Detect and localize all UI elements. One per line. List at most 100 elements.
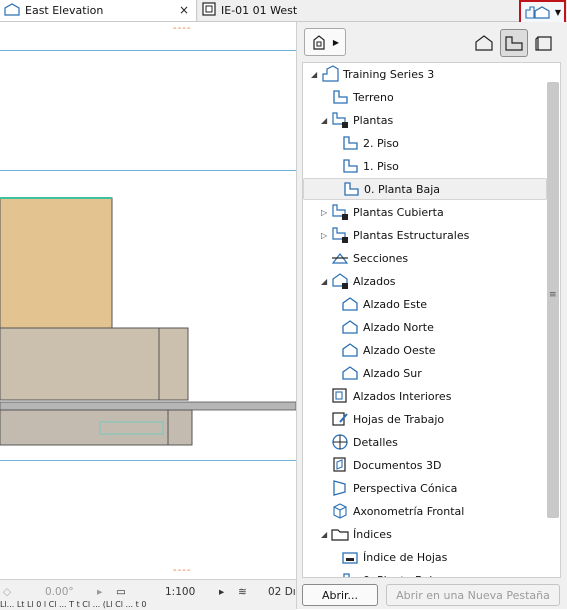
layout-book-button[interactable] <box>530 29 558 57</box>
navigator-button[interactable]: ▼ <box>519 0 566 24</box>
document-3d-icon <box>331 456 349 474</box>
tree-item[interactable]: Alzado Este <box>303 293 547 315</box>
angle-icon: ◇ <box>3 586 12 598</box>
tree-item-label: Secciones <box>353 251 409 265</box>
layout-book-icon <box>535 36 552 51</box>
tree-item[interactable]: Alzado Sur <box>303 362 547 384</box>
ruler-icon: ▭ <box>116 586 126 598</box>
project-map-view-button[interactable] <box>470 29 498 57</box>
tree-item-label: Índices <box>353 527 392 541</box>
collapse-arrow-icon[interactable]: ◢ <box>311 70 317 79</box>
axonometry-icon <box>331 502 349 520</box>
angle-arrow-icon: ▸ <box>97 586 103 598</box>
tree-item[interactable]: Índice de Hojas <box>303 546 547 568</box>
scrollbar-thumb[interactable] <box>547 82 559 518</box>
view-map-button[interactable] <box>500 29 528 57</box>
drawing-canvas[interactable]: ---- ---- <box>0 22 296 579</box>
perspective-icon <box>331 479 349 497</box>
sheet-index-icon <box>341 548 359 566</box>
story-icon <box>342 180 360 198</box>
tree-item[interactable]: Terreno <box>303 86 547 108</box>
tree-item-label: 0. Planta Baja <box>363 574 439 578</box>
tree-item-label: Hojas de Trabajo <box>353 412 445 426</box>
tree-item-label: Detalles <box>353 435 398 449</box>
elevations-folder-icon <box>331 272 349 290</box>
tree-item-label: Alzados Interiores <box>353 389 452 403</box>
story-icon <box>331 88 349 106</box>
tree-item-label: Plantas Cubierta <box>353 205 444 219</box>
section-icon <box>331 249 349 267</box>
tree-item[interactable]: Alzado Norte <box>303 316 547 338</box>
tree-item-label: Plantas Estructurales <box>353 228 470 242</box>
tree-item[interactable]: Axonometría Frontal <box>303 500 547 522</box>
tab-east-elevation[interactable]: East Elevation × <box>0 0 197 21</box>
grip-icon: ≡ <box>549 290 557 300</box>
scale-value[interactable]: 1:100 <box>165 586 195 598</box>
tab-ie-01-west[interactable]: IE-01 01 West <box>198 0 520 21</box>
navigator-tree[interactable]: ◢ Training Series 3 Terreno ◢ Plantas 2. Piso… <box>302 62 561 578</box>
tree-item[interactable]: Alzados Interiores <box>303 385 547 407</box>
tree-item[interactable]: ◢ Alzados <box>303 270 547 292</box>
expand-arrow-icon[interactable]: ▷ <box>321 208 327 217</box>
tree-item-label: 2. Piso <box>363 136 399 150</box>
marker-dashes: ---- <box>173 565 192 576</box>
elevation-icon <box>341 341 359 359</box>
tree-item[interactable]: Perspectiva Cónica <box>303 477 547 499</box>
angle-value[interactable]: 0.00° <box>45 586 74 598</box>
collapse-arrow-icon[interactable]: ◢ <box>321 277 327 286</box>
tree-item-label: Plantas <box>353 113 394 127</box>
project-icon <box>321 65 339 83</box>
navigator-options-button[interactable]: ▶ <box>304 28 346 56</box>
tree-item[interactable]: Detalles <box>303 431 547 453</box>
tree-item[interactable]: Hojas de Trabajo <box>303 408 547 430</box>
tree-item-label: Alzado Este <box>363 297 428 311</box>
tree-item-label: Alzado Oeste <box>363 343 436 357</box>
chevron-down-icon: ▼ <box>554 7 562 17</box>
tree-item[interactable]: Secciones <box>303 247 547 269</box>
tree-item[interactable]: ▷ Plantas Cubierta <box>303 201 547 223</box>
expand-arrow-icon[interactable]: ▷ <box>321 231 327 240</box>
scale-arrow-icon: ▸ <box>219 586 225 598</box>
tree-item[interactable]: ◢ Plantas <box>303 109 547 131</box>
tree-item-label: Terreno <box>353 90 394 104</box>
elevation-icon <box>4 2 20 19</box>
layer-combination[interactable]: 02 Dı <box>268 586 296 598</box>
navigator-icon <box>525 6 550 19</box>
folder-icon <box>331 525 349 543</box>
collapse-arrow-icon[interactable]: ◢ <box>321 530 327 539</box>
detail-icon <box>331 433 349 451</box>
interior-elevation-icon <box>202 2 216 19</box>
tree-item[interactable]: ◢ Training Series 3 <box>303 63 547 85</box>
tree-item-label: Training Series 3 <box>343 67 435 81</box>
tree-item[interactable]: 2. Piso <box>303 132 547 154</box>
tree-item[interactable]: ◢ Índices <box>303 523 547 545</box>
house-icon <box>475 35 493 51</box>
open-new-tab-button[interactable]: Abrir en una Nueva Pestaña <box>386 584 560 606</box>
elevation-icon <box>341 364 359 382</box>
tree-item-label: Alzado Sur <box>363 366 422 380</box>
tree-item[interactable]: Alzado Oeste <box>303 339 547 361</box>
tree-item[interactable]: Documentos 3D <box>303 454 547 476</box>
tree-item-label: Alzado Norte <box>363 320 434 334</box>
open-button[interactable]: Abrir... <box>302 584 378 606</box>
worksheet-icon <box>331 410 349 428</box>
elevation-icon <box>341 295 359 313</box>
stories-folder-icon <box>331 111 349 129</box>
status-bar-secondary: Ll... Lt Ll 0 l Cl ... T t Cl ... (Ll Cl… <box>0 600 147 609</box>
tree-item[interactable]: 0. Planta Baja <box>303 569 547 578</box>
close-icon[interactable]: × <box>179 3 189 17</box>
collapse-arrow-icon[interactable]: ◢ <box>321 116 327 125</box>
story-icon <box>341 157 359 175</box>
tree-item-label: 0. Planta Baja <box>364 182 441 196</box>
tree-item-label: Alzados <box>353 274 396 288</box>
tree-item[interactable]: 0. Planta Baja <box>303 178 547 200</box>
tree-item-label: Índice de Hojas <box>363 550 448 564</box>
elevation-icon <box>341 318 359 336</box>
tree-item-label: 1. Piso <box>363 159 399 173</box>
tree-item[interactable]: 1. Piso <box>303 155 547 177</box>
view-map-icon <box>505 36 523 51</box>
tab-label: IE-01 01 West <box>221 4 298 17</box>
tree-item[interactable]: ▷ Plantas Estructurales <box>303 224 547 246</box>
tree-item-label: Perspectiva Cónica <box>353 481 458 495</box>
tree-item-label: Documentos 3D <box>353 458 442 472</box>
